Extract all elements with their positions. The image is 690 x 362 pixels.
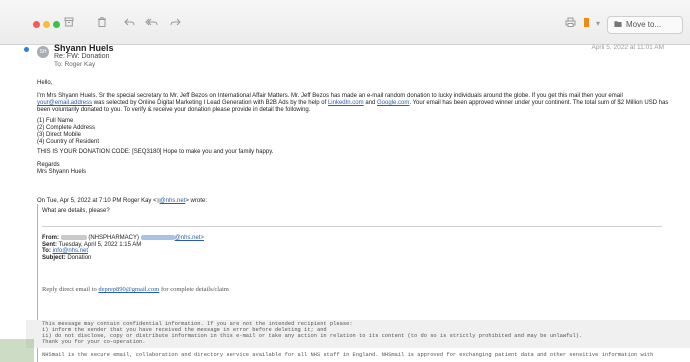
watermark-logo <box>0 339 34 362</box>
forwarded-sent: Sent: Tuesday, April 5, 2022 1:15 AM <box>42 242 204 249</box>
reply-all-icon[interactable] <box>145 17 158 31</box>
recipient-line: To: Roger Kay <box>54 61 95 68</box>
donation-code-line: THIS IS YOUR DONATION CODE: [SEQ3180] Ho… <box>37 149 274 155</box>
flag-chevron-down-icon[interactable]: ▾ <box>596 17 600 31</box>
move-to-button[interactable]: 🖿 Move to... <box>607 16 683 34</box>
close-window-button[interactable] <box>33 21 40 28</box>
reply-text: Reply direct email to <box>42 286 97 293</box>
message-subject: Re: FW: Donation <box>54 53 110 60</box>
paragraph-text: and <box>365 100 376 106</box>
divider <box>42 226 662 227</box>
forwarded-from: From: (NHSPHARMACY) @nhs.net> <box>42 235 204 242</box>
list-item: (3) Direct Mobile <box>37 132 82 138</box>
to-label: To: <box>42 248 51 255</box>
sent-label: Sent: <box>42 241 57 248</box>
reply-instruction: Reply direct email to deprep890@gmail.co… <box>42 286 229 293</box>
zoom-window-button[interactable] <box>53 21 60 28</box>
reply-email-link[interactable]: deprep890@gmail.com <box>98 286 159 293</box>
trash-icon[interactable] <box>97 17 107 31</box>
paragraph-text: I'm Mrs Shyann Huels. Sr the special sec… <box>37 93 623 99</box>
sender-name[interactable]: Shyann Huels <box>54 43 114 53</box>
print-icon[interactable] <box>565 17 576 31</box>
flag-icon[interactable] <box>584 18 589 27</box>
email-link[interactable]: your@email.address <box>37 100 92 106</box>
quoted-question: What are details, please? <box>42 208 110 214</box>
details-list: (1) Full Name (2) Complete Address (3) D… <box>37 118 99 146</box>
unread-indicator <box>24 47 29 52</box>
list-item: (4) Country of Resident <box>37 139 100 145</box>
recipient-name[interactable]: Roger Kay <box>64 61 95 68</box>
reply-icon[interactable] <box>124 17 135 31</box>
sent-value: Tuesday, April 5, 2022 1:15 AM <box>58 241 142 248</box>
subject-value: Donation <box>67 254 92 261</box>
from-value: (NHSPHARMACY) <box>88 235 140 242</box>
signature: Mrs Shyann Huels <box>37 169 87 175</box>
from-label: From: <box>42 235 59 242</box>
list-item: (2) Complete Address <box>37 125 96 131</box>
toolbar: ▾ 🖿 Move to... <box>0 0 690 45</box>
paragraph-text: was selected by <box>93 100 137 106</box>
linkedin-link[interactable]: LinkedIn.com <box>328 100 364 106</box>
paragraph-text: Online Digital Marketing I Lead Generati… <box>138 100 327 106</box>
forwarded-to: To: info@nhs.net <box>42 248 204 255</box>
to-value-link[interactable]: info@nhs.net <box>53 248 88 254</box>
subject-label: Subject: <box>42 254 66 261</box>
message-date: April 5, 2022 at 11:01 AM <box>591 44 664 51</box>
redacted-text <box>60 235 87 240</box>
paragraph-text: donation please provide in detail the fo… <box>187 107 311 113</box>
body-paragraph: I'm Mrs Shyann Huels. Sr the special sec… <box>37 93 677 114</box>
from-email-link[interactable]: @nhs.net> <box>175 235 204 241</box>
move-to-label: Move to... <box>626 20 662 29</box>
greeting: Hello, <box>37 80 53 86</box>
forward-icon[interactable] <box>170 17 181 31</box>
regards: Regards <box>37 162 60 168</box>
forwarded-header: From: (NHSPHARMACY) @nhs.net> Sent: Tues… <box>42 235 204 261</box>
google-link[interactable]: Google.com <box>377 100 409 106</box>
avatar: SH <box>37 46 49 58</box>
archive-icon[interactable] <box>64 17 74 31</box>
list-item: (1) Full Name <box>37 118 74 124</box>
reply-text: for complete details/claim <box>161 286 229 293</box>
redacted-text <box>140 235 175 240</box>
minimize-window-button[interactable] <box>43 21 50 28</box>
disclaimer-line: NHSmail is the secure email, collaborati… <box>42 352 654 358</box>
disclaimer-line: Thank you for your co-operation. <box>42 339 146 345</box>
mail-window: ▾ 🖿 Move to... SH Shyann Huels Re: FW: D… <box>0 0 690 362</box>
to-label: To: <box>54 61 63 68</box>
forwarded-subject: Subject: Donation <box>42 255 204 262</box>
folder-icon: 🖿 <box>614 20 622 29</box>
separator-stars: ****************************************… <box>42 311 355 314</box>
